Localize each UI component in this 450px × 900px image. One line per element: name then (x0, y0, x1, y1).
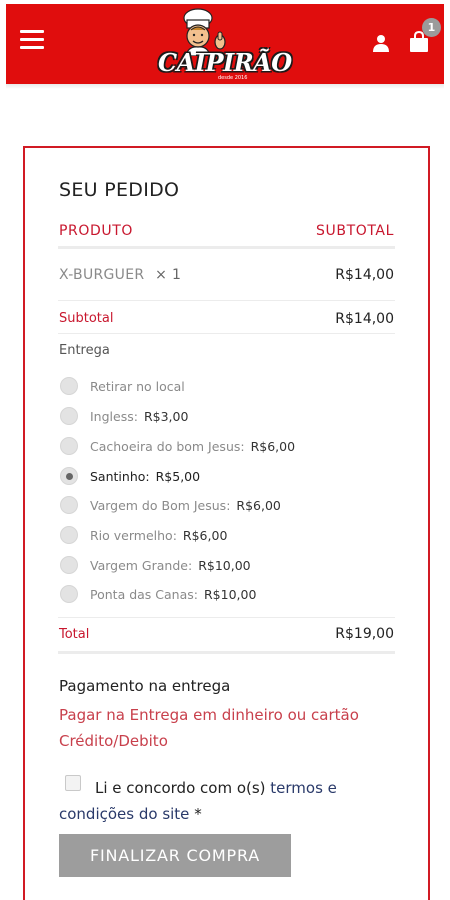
subtotal-value: R$14,00 (335, 311, 394, 327)
item-quantity: × 1 (155, 267, 182, 283)
shipping-option-price: R$6,00 (236, 497, 281, 513)
total-label: Total (59, 627, 90, 642)
finalize-purchase-button[interactable]: FINALIZAR COMPRA (59, 834, 291, 877)
cart-count-badge[interactable]: 1 (422, 18, 441, 37)
shipping-option-label: Santinho: (90, 468, 150, 484)
radio-button[interactable] (60, 556, 78, 574)
shipping-option-rio-vermelho[interactable]: Rio vermelho: R$6,00 (60, 525, 227, 545)
terms-agreement-text: Li e concordo com o(s) termos e condiçõe… (59, 775, 379, 827)
order-title: SEU PEDIDO (59, 179, 180, 201)
shipping-option-price: R$6,00 (250, 438, 296, 454)
radio-button-selected[interactable] (60, 467, 78, 485)
radio-button[interactable] (60, 585, 78, 603)
shipping-option-label: Ponta das Canas: (90, 586, 198, 602)
shipping-option-vargem-bom-jesus[interactable]: Vargem do Bom Jesus: R$6,00 (60, 495, 281, 515)
item-divider (58, 300, 395, 301)
cart-item-price: R$14,00 (335, 267, 394, 283)
shipping-option-price: R$10,00 (198, 557, 251, 573)
total-divider (58, 651, 395, 654)
radio-button[interactable] (60, 407, 78, 425)
shipping-option-label: Cachoeira do bom Jesus: (90, 438, 245, 454)
cart-item-name: X-BURGUER × 1 (59, 267, 181, 283)
radio-button[interactable] (60, 496, 78, 514)
shipping-option-price: R$5,00 (155, 468, 201, 484)
radio-button[interactable] (60, 377, 78, 395)
shipping-option-price: R$10,00 (203, 586, 257, 602)
user-account-icon[interactable] (372, 34, 390, 52)
table-header-divider (58, 246, 395, 249)
shipping-option-ponta-das-canas[interactable]: Ponta das Canas: R$10,00 (60, 584, 256, 604)
subtotal-divider (58, 333, 395, 334)
radio-button[interactable] (60, 437, 78, 455)
column-header-subtotal: SUBTOTAL (316, 223, 394, 239)
shipping-option-label: Vargem Grande: (90, 557, 193, 573)
shipping-option-label: Rio vermelho: (90, 527, 177, 543)
radio-button[interactable] (60, 526, 78, 544)
shipping-option-ingless[interactable]: Ingless: R$3,00 (60, 406, 188, 426)
brand-tagline: desde 2016 (218, 75, 248, 81)
shipping-option-price: R$6,00 (182, 527, 228, 543)
shipping-label: Entrega (59, 343, 110, 358)
shipping-option-label: Retirar no local (90, 378, 185, 394)
terms-checkbox[interactable] (65, 775, 81, 791)
shipping-option-label: Vargem do Bom Jesus: (90, 497, 231, 513)
subtotal-label: Subtotal (59, 311, 114, 326)
shipping-option-retirar[interactable]: Retirar no local (60, 376, 185, 396)
item-product-name: X-BURGUER (59, 267, 145, 283)
terms-prefix: Li e concordo com o(s) (95, 779, 271, 797)
hamburger-menu-icon[interactable] (20, 30, 44, 50)
header-shadow (6, 84, 444, 89)
brand-logo[interactable]: CAIPIRÃO desde 2016 (158, 6, 292, 81)
column-header-product: PRODUTO (59, 223, 133, 239)
payment-method-description: Pagar na Entrega em dinheiro ou cartão C… (59, 706, 359, 750)
shipping-option-vargem-grande[interactable]: Vargem Grande: R$10,00 (60, 555, 251, 575)
brand-name: CAIPIRÃO (158, 48, 292, 77)
shipping-option-label: Ingless: (90, 408, 138, 424)
payment-method-title: Pagamento na entrega (59, 677, 231, 695)
total-value: R$19,00 (335, 626, 394, 642)
terms-required-mark: * (189, 805, 202, 823)
shipping-option-santinho[interactable]: Santinho: R$5,00 (60, 466, 200, 486)
shipping-option-price: R$3,00 (143, 408, 189, 424)
shipping-divider (58, 617, 395, 618)
shipping-option-cachoeira[interactable]: Cachoeira do bom Jesus: R$6,00 (60, 436, 295, 456)
